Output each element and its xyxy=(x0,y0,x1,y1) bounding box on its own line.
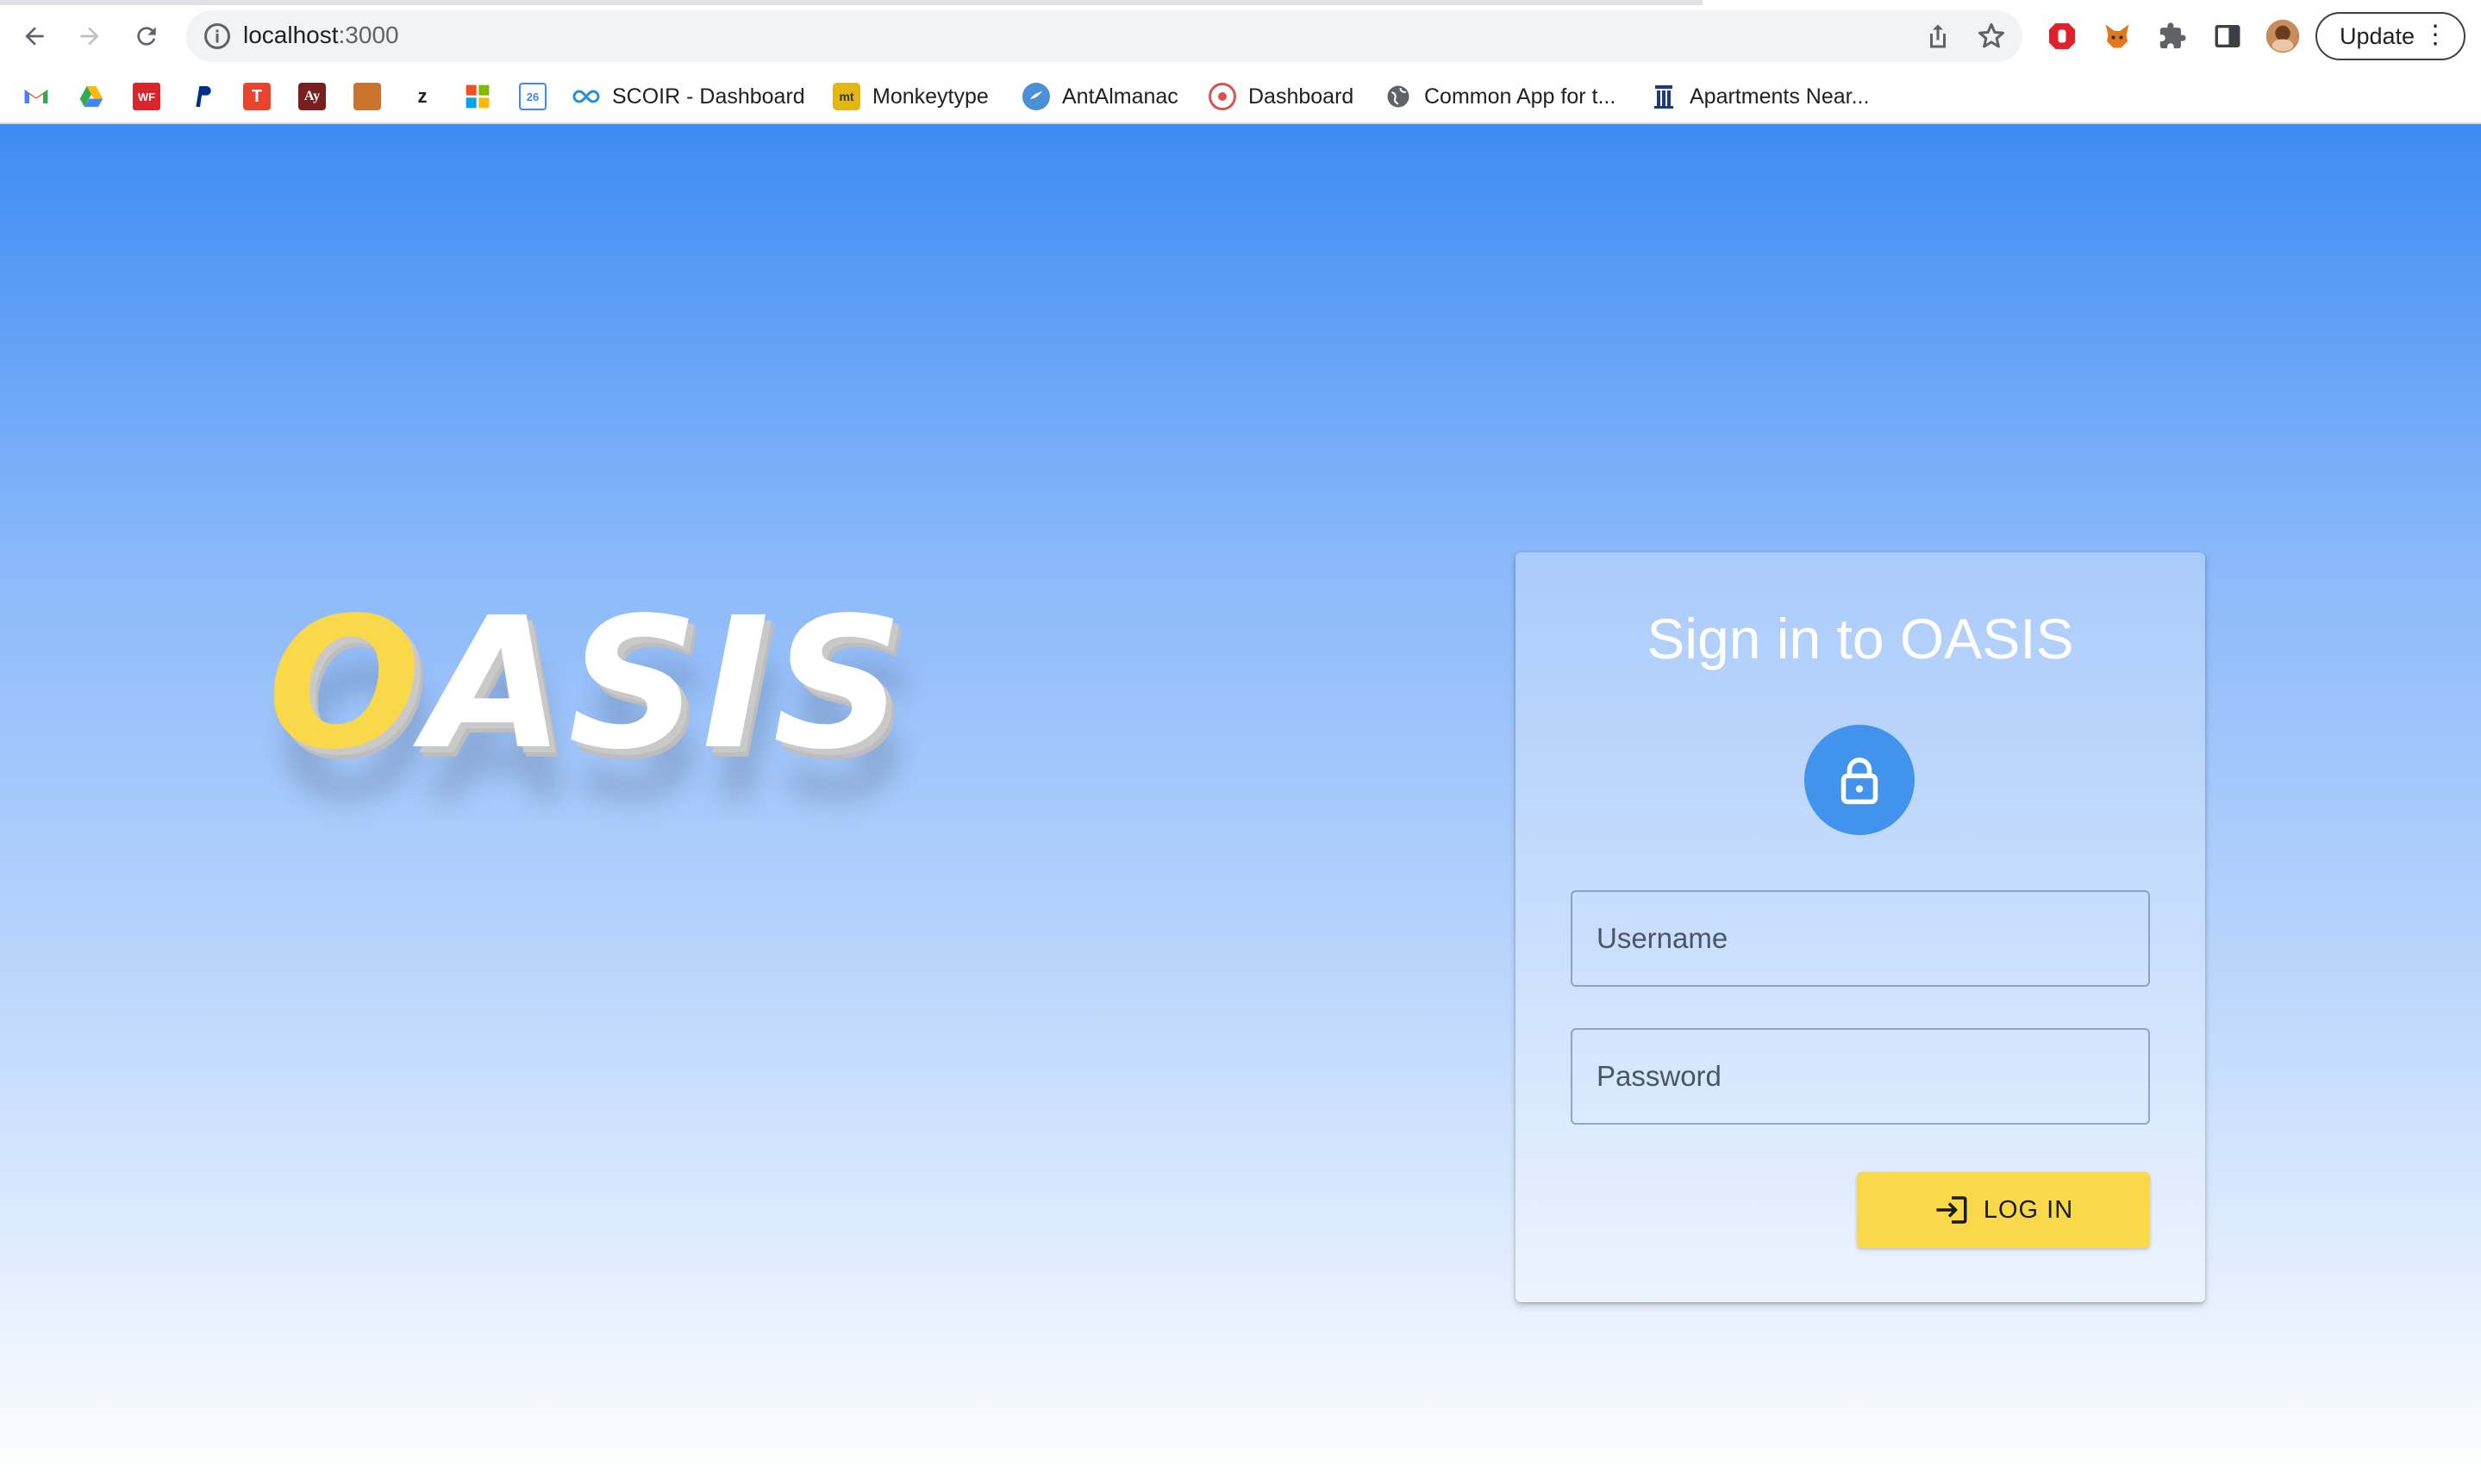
login-button-label: LOG IN xyxy=(1983,1195,2074,1224)
globe-icon xyxy=(1384,83,1412,110)
bookmark-label: SCOIR - Dashboard xyxy=(612,84,805,109)
microsoft-icon[interactable] xyxy=(464,83,491,110)
photo-app-icon[interactable] xyxy=(353,83,381,110)
wellsfargo-icon[interactable]: WF xyxy=(133,83,160,110)
zlib-icon[interactable]: z xyxy=(409,83,436,110)
bookmark-antalmanac[interactable]: AntAlmanac xyxy=(1022,79,1178,114)
puzzle-icon xyxy=(2159,22,2186,49)
username-input[interactable] xyxy=(1572,892,2148,985)
fox-icon xyxy=(2105,24,2129,48)
url-text[interactable]: localhost:3000 xyxy=(243,22,399,49)
login-button[interactable]: LOG IN xyxy=(1857,1172,2150,1248)
avatar xyxy=(2265,19,2300,53)
share-icon[interactable] xyxy=(1922,21,1953,52)
monkeytype-icon: mt xyxy=(833,83,860,110)
password-field[interactable] xyxy=(1571,1028,2150,1125)
update-button[interactable]: Update ⋮ xyxy=(2315,12,2465,60)
google-calendar-icon[interactable]: 26 xyxy=(519,83,547,110)
bookmark-apartments[interactable]: Apartments Near... xyxy=(1650,79,1869,114)
logo-first-letter: O xyxy=(267,578,425,789)
bookmarks-bar: WF T Ay z 26 SCOIR - Dashboard mt Monkey… xyxy=(0,72,2481,124)
t-app-icon[interactable]: T xyxy=(243,83,271,110)
infinity-icon xyxy=(572,83,600,110)
paypal-icon[interactable] xyxy=(188,83,216,110)
url-host: localhost xyxy=(243,22,339,48)
reload-button[interactable] xyxy=(126,16,167,57)
bookmark-label: AntAlmanac xyxy=(1062,84,1178,109)
google-drive-icon[interactable] xyxy=(78,83,105,110)
bookmark-scoir[interactable]: SCOIR - Dashboard xyxy=(572,79,805,114)
adblock-extension-button[interactable] xyxy=(2043,17,2081,55)
side-panel-button[interactable] xyxy=(2209,17,2247,55)
tab-strip-edge xyxy=(0,0,1703,5)
login-card: Sign in to OASIS LOG IN xyxy=(1515,552,2205,1302)
bookmark-star-icon[interactable] xyxy=(1976,21,2007,52)
back-arrow-icon xyxy=(25,27,44,46)
reload-icon xyxy=(137,27,156,46)
gmail-icon[interactable] xyxy=(22,83,50,110)
more-vert-icon[interactable]: ⋮ xyxy=(2422,22,2448,48)
bookmark-label: Apartments Near... xyxy=(1690,84,1870,109)
oasis-logo: O ASIS xyxy=(267,578,907,789)
login-icon xyxy=(1936,1196,1967,1224)
profile-button[interactable] xyxy=(2264,17,2302,55)
bookmark-label: Monkeytype xyxy=(872,84,989,109)
forward-button[interactable] xyxy=(69,16,110,57)
building-icon xyxy=(1650,83,1678,110)
password-input[interactable] xyxy=(1572,1030,2148,1123)
bookmark-monkeytype[interactable]: mt Monkeytype xyxy=(833,79,989,114)
dashboard-icon xyxy=(1209,83,1236,110)
back-button[interactable] xyxy=(14,16,55,57)
bookmark-label: Dashboard xyxy=(1248,84,1354,109)
bookmark-dashboard[interactable]: Dashboard xyxy=(1209,79,1353,114)
update-label: Update xyxy=(2340,22,2415,49)
login-page: OASIS Sign in to OASIS LOG IN xyxy=(0,124,2481,1484)
antalmanac-icon xyxy=(1022,83,1050,110)
forward-arrow-icon xyxy=(80,27,99,46)
ay-icon[interactable]: Ay xyxy=(298,83,326,110)
logo-rest-letters: ASIS xyxy=(424,578,907,789)
side-panel-icon xyxy=(2215,24,2240,48)
bookmark-commonapp[interactable]: Common App for t... xyxy=(1384,79,1615,114)
browser-toolbar: localhost:3000 Update ⋮ xyxy=(0,0,2481,72)
extensions-button[interactable] xyxy=(2153,17,2191,55)
address-bar[interactable]: localhost:3000 xyxy=(186,10,2022,62)
site-info-icon[interactable] xyxy=(202,21,233,52)
bookmark-label: Common App for t... xyxy=(1424,84,1616,109)
login-title: Sign in to OASIS xyxy=(1647,607,2074,670)
hand-stop-icon xyxy=(2049,23,2075,49)
lock-avatar xyxy=(1804,725,1915,835)
username-field[interactable] xyxy=(1571,890,2150,987)
metamask-extension-button[interactable] xyxy=(2098,17,2136,55)
url-port: :3000 xyxy=(338,22,399,48)
lock-icon xyxy=(1840,758,1878,805)
